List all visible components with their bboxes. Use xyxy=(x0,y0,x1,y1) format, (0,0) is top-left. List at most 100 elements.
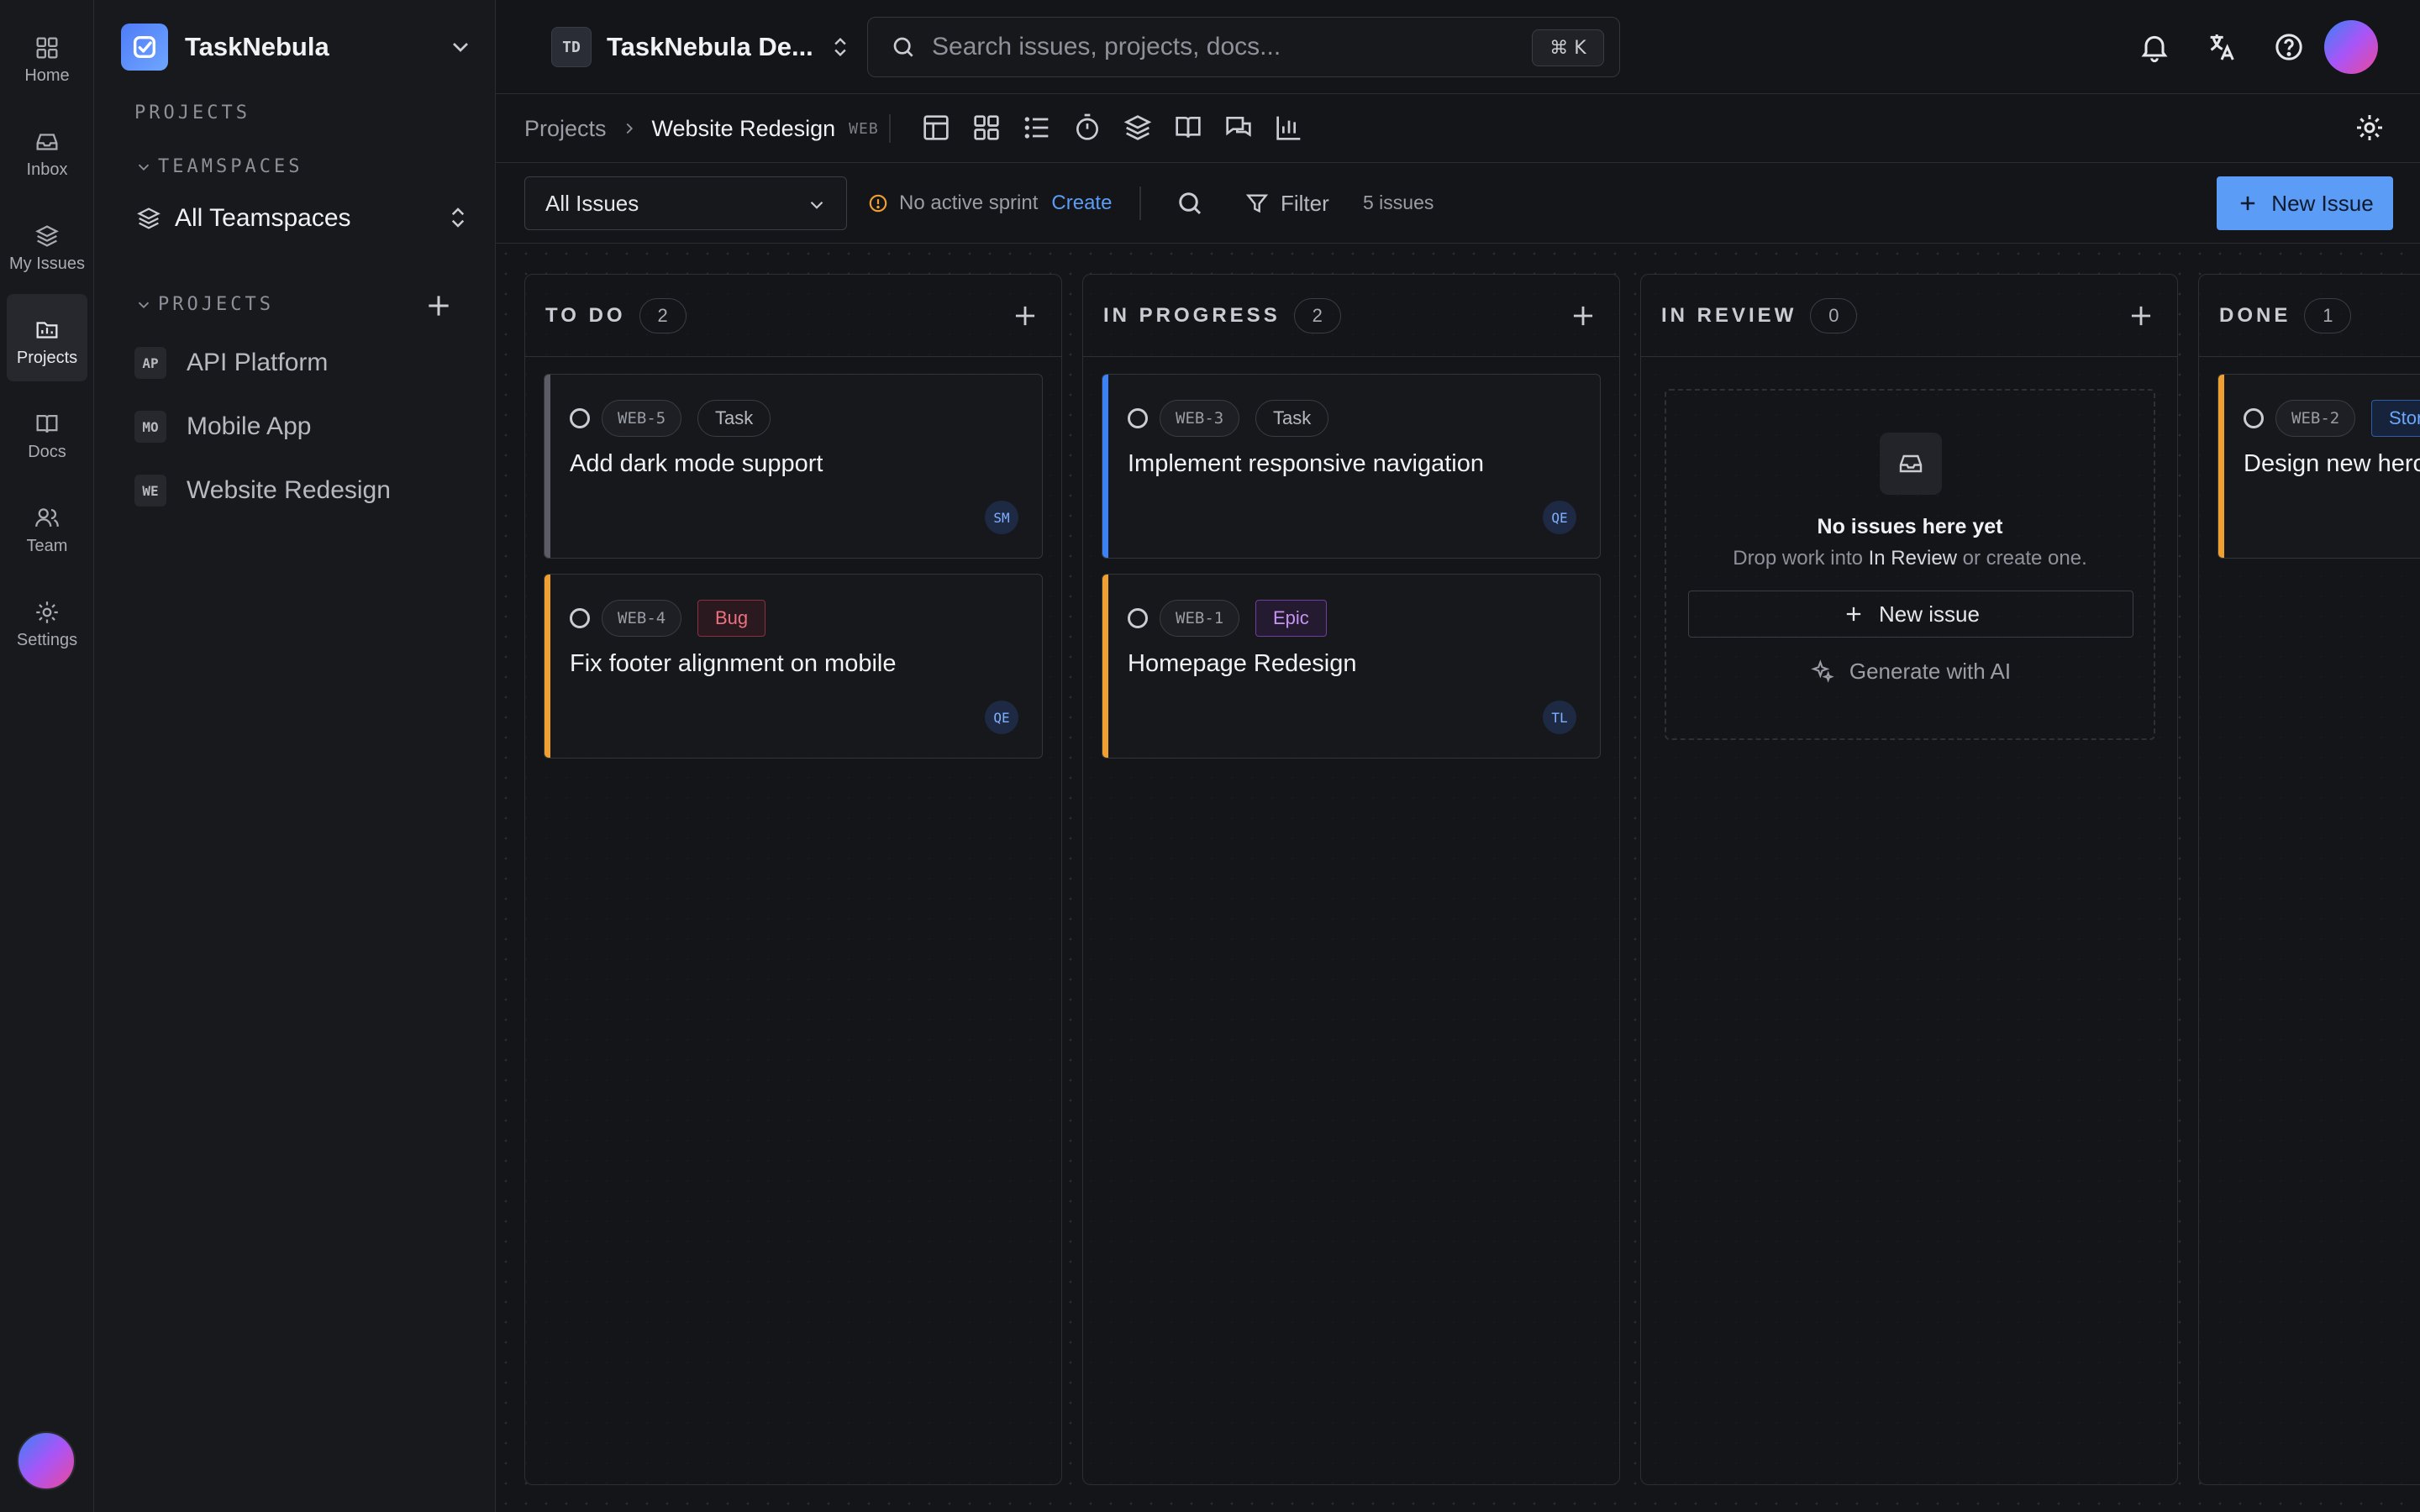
sprint-status: No active sprint Create xyxy=(867,188,1112,218)
sidebar-project-website-redesign[interactable]: WE Website Redesign xyxy=(134,465,454,516)
search-input[interactable]: Search issues, projects, docs... ⌘ K xyxy=(867,17,1620,77)
plus-icon xyxy=(2241,196,2255,211)
help-icon[interactable] xyxy=(2272,30,2306,64)
translate-icon[interactable] xyxy=(2205,30,2238,64)
layers-view-icon[interactable] xyxy=(1121,111,1155,144)
rail-item-inbox[interactable]: Inbox xyxy=(7,106,87,193)
team-switcher[interactable]: TD TaskNebula De... xyxy=(551,27,852,67)
project-name: API Platform xyxy=(187,349,329,376)
column-title: TO DO xyxy=(545,303,626,327)
assignee-avatar[interactable]: QE xyxy=(985,701,1018,734)
status-circle-icon[interactable] xyxy=(1128,608,1148,628)
teamspace-label: All Teamspaces xyxy=(175,204,351,232)
assignee-avatar[interactable]: TL xyxy=(1543,701,1576,734)
issue-card[interactable]: WEB-1 Epic Homepage Redesign TL xyxy=(1102,574,1601,759)
workspace-switcher[interactable]: TaskNebula xyxy=(121,24,474,71)
add-issue-icon[interactable] xyxy=(1567,300,1599,332)
issue-card[interactable]: WEB-4 Bug Fix footer alignment on mobile… xyxy=(544,574,1043,759)
rail-label: Settings xyxy=(16,631,78,649)
issue-title: Design new hero section xyxy=(2244,450,2420,477)
issue-card[interactable]: WEB-5 Task Add dark mode support SM xyxy=(544,374,1043,559)
view-select[interactable]: All Issues xyxy=(524,176,847,230)
assignee-avatar[interactable]: SM xyxy=(985,501,1018,534)
column-count: 2 xyxy=(639,297,687,333)
top-bar: TD TaskNebula De... Search issues, proje… xyxy=(496,0,2420,94)
priority-bar xyxy=(1102,375,1108,558)
column-count: 1 xyxy=(2304,297,2352,333)
projects-toggle[interactable]: PROJECTS xyxy=(134,294,274,315)
add-issue-icon[interactable] xyxy=(2125,300,2157,332)
rail-item-projects[interactable]: Projects xyxy=(7,294,87,381)
issue-card[interactable]: WEB-3 Task Implement responsive navigati… xyxy=(1102,374,1601,559)
docs-view-icon[interactable] xyxy=(1171,111,1205,144)
empty-description: Drop work into In Review or create one. xyxy=(1666,547,2154,570)
alert-circle-icon xyxy=(869,194,887,213)
sidebar-project-api-platform[interactable]: AP API Platform xyxy=(134,338,454,388)
column-in-review: IN REVIEW 0 No issues here yet Drop work… xyxy=(1640,274,2178,1485)
new-issue-button[interactable]: New Issue xyxy=(2217,176,2393,230)
create-sprint-link[interactable]: Create xyxy=(1051,192,1112,215)
profile-avatar[interactable] xyxy=(2324,20,2378,74)
assignee-avatar[interactable]: QE xyxy=(1543,501,1576,534)
status-circle-icon[interactable] xyxy=(570,608,590,628)
sidebar-project-mobile-app[interactable]: MO Mobile App xyxy=(134,402,454,452)
grid-view-icon[interactable] xyxy=(970,111,1003,144)
workspace-name: TaskNebula xyxy=(185,32,329,61)
chart-icon[interactable] xyxy=(1272,111,1306,144)
add-issue-icon[interactable] xyxy=(1009,300,1041,332)
divider xyxy=(1139,186,1141,220)
issues-toolbar: All Issues No active sprint Create Filte… xyxy=(496,163,2420,244)
user-avatar[interactable] xyxy=(17,1431,76,1490)
chat-icon[interactable] xyxy=(1222,111,1255,144)
layers-icon xyxy=(35,225,59,247)
board-view-icon[interactable] xyxy=(919,111,953,144)
status-circle-icon[interactable] xyxy=(2244,408,2264,428)
column-count: 2 xyxy=(1293,297,1341,333)
status-circle-icon[interactable] xyxy=(1128,408,1148,428)
bell-icon[interactable] xyxy=(2138,30,2171,64)
generate-ai-button[interactable]: Generate with AI xyxy=(1666,658,2154,685)
chevron-down-icon xyxy=(138,302,150,308)
team-name: TaskNebula De... xyxy=(607,32,813,61)
rail-item-settings[interactable]: Settings xyxy=(7,576,87,664)
status-circle-icon[interactable] xyxy=(570,408,590,428)
new-issue-inline-button[interactable]: New issue xyxy=(1688,591,2133,638)
add-project-icon[interactable] xyxy=(422,289,455,323)
inbox-icon xyxy=(36,134,58,150)
issue-title: Fix footer alignment on mobile xyxy=(570,650,897,677)
filter-button[interactable]: Filter xyxy=(1244,186,1329,220)
teamspace-select[interactable]: All Teamspaces xyxy=(134,198,471,239)
users-icon xyxy=(35,508,59,528)
issue-type-badge: Task xyxy=(697,400,771,437)
issue-card[interactable]: WEB-2 Story Design new hero section xyxy=(2217,374,2420,559)
rail-item-home[interactable]: Home xyxy=(7,12,87,99)
priority-bar xyxy=(2218,375,2224,558)
project-abbr: AP xyxy=(134,347,166,379)
teamspaces-heading: TEAMSPACES xyxy=(158,156,303,177)
folder-icon xyxy=(36,322,58,339)
rail-item-docs[interactable]: Docs xyxy=(7,388,87,475)
search-icon[interactable] xyxy=(1175,188,1205,218)
breadcrumb-bar: Projects Website Redesign WEB xyxy=(496,94,2420,163)
column-header: TO DO 2 xyxy=(525,275,1061,357)
priority-bar xyxy=(544,575,550,758)
project-name: Mobile App xyxy=(187,412,312,440)
teamspaces-toggle[interactable]: TEAMSPACES xyxy=(134,156,302,177)
breadcrumb-current: Website Redesign xyxy=(651,115,836,141)
column-header: IN REVIEW 0 xyxy=(1641,275,2177,357)
rail-item-my-issues[interactable]: My Issues xyxy=(7,200,87,287)
column-title: DONE xyxy=(2219,303,2291,327)
search-icon xyxy=(893,37,913,57)
inbox-icon xyxy=(1880,433,1942,495)
rail-item-team[interactable]: Team xyxy=(7,482,87,570)
project-settings-icon[interactable] xyxy=(2353,111,2386,144)
plus-icon xyxy=(1846,606,1861,622)
rail-label: Docs xyxy=(28,443,66,461)
project-abbr: WE xyxy=(134,475,166,507)
new-issue-inline-label: New issue xyxy=(1879,601,1980,627)
breadcrumb-projects[interactable]: Projects xyxy=(524,116,607,142)
timer-icon[interactable] xyxy=(1071,111,1104,144)
list-view-icon[interactable] xyxy=(1020,111,1054,144)
chevron-updown-icon xyxy=(834,38,846,56)
priority-bar xyxy=(544,375,550,558)
